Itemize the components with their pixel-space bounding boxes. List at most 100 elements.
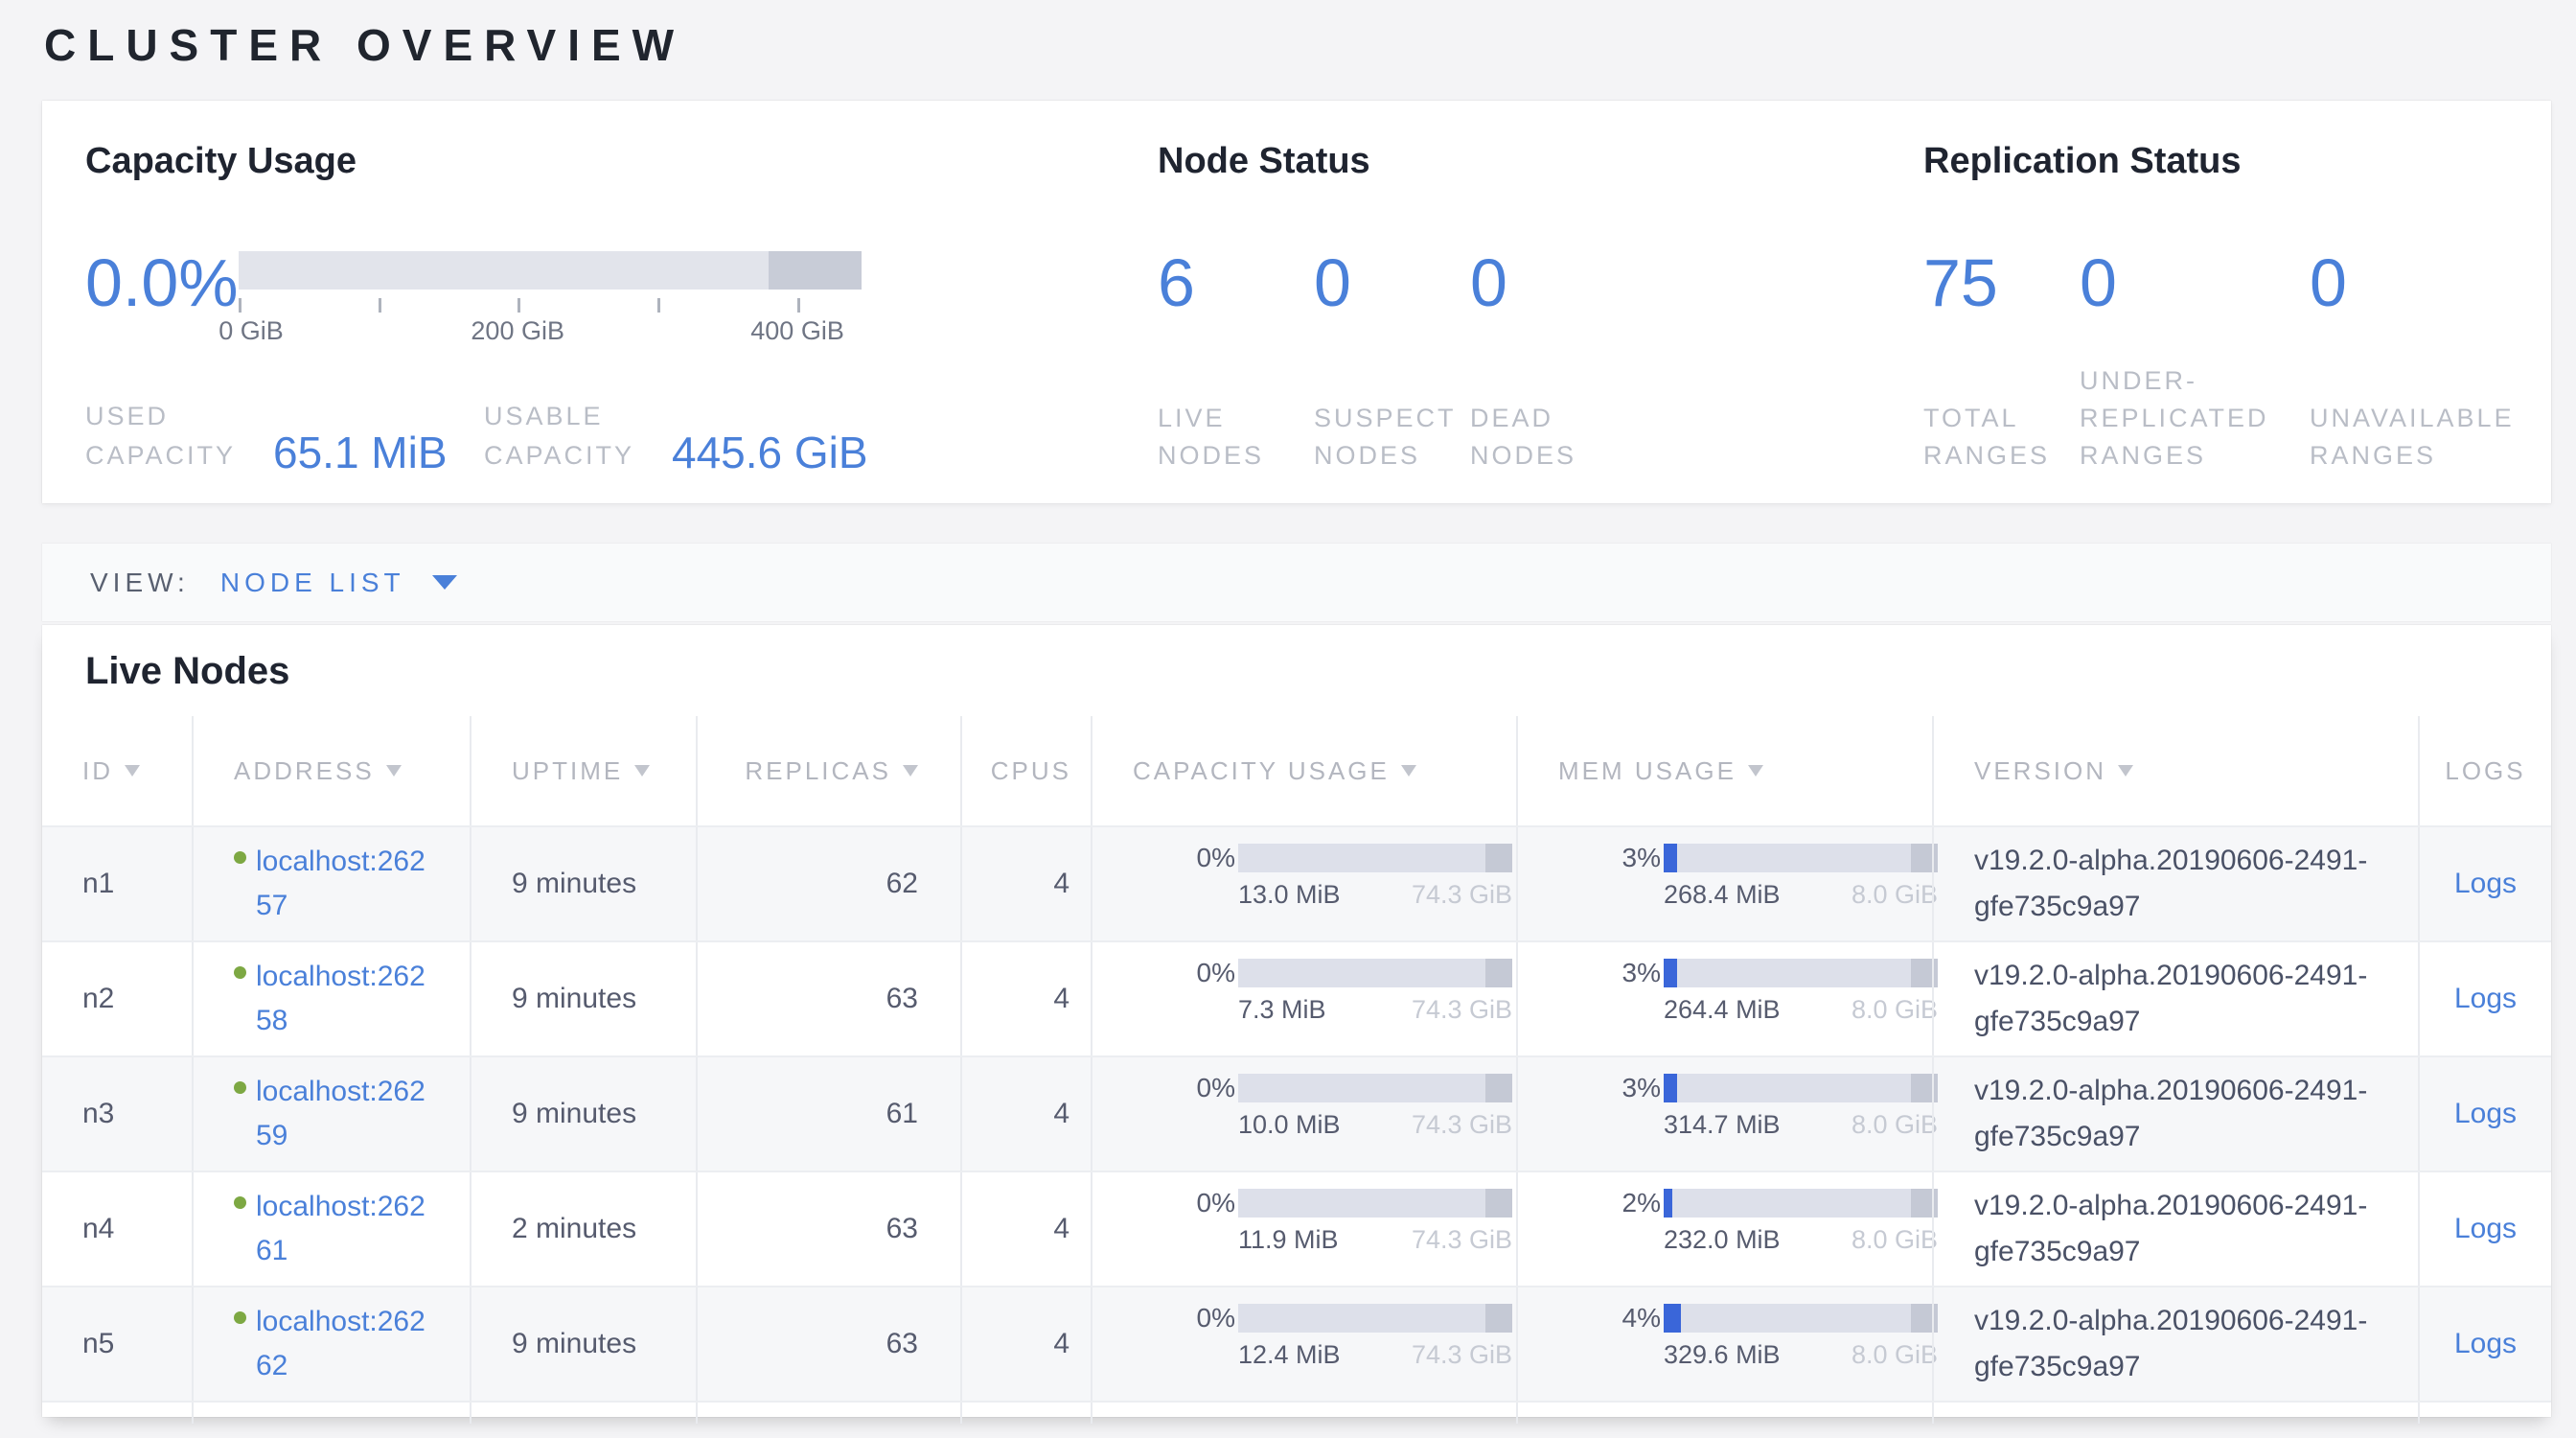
node-address-cell: localhost:26261 <box>192 1172 470 1286</box>
sort-desc-icon[interactable] <box>386 765 402 777</box>
under-replicated-ranges-label: UNDER-REPLICATED RANGES <box>2080 362 2300 475</box>
node-address-cell: localhost:26259 <box>192 1057 470 1171</box>
node-capacity-usage: 0% 10.0 MiB74.3 GiB <box>1091 1057 1516 1171</box>
suspect-nodes-value: 0 <box>1314 249 1470 316</box>
node-address-link[interactable]: localhost:26262 <box>256 1300 440 1389</box>
live-nodes-value: 6 <box>1158 249 1314 316</box>
page-title: CLUSTER OVERVIEW <box>44 19 2576 71</box>
node-live-status-icon <box>234 1311 246 1324</box>
usable-capacity-label: USABLE CAPACITY <box>484 397 656 475</box>
column-header-id[interactable]: ID <box>42 716 192 825</box>
column-header-uptime[interactable]: UPTIME <box>470 716 696 825</box>
logs-link[interactable]: Logs <box>2454 1098 2517 1130</box>
capacity-usage-section: Capacity Usage 0.0% 0 GiB 200 GiB 400 Gi… <box>85 101 1116 503</box>
usable-capacity-value: 445.6 GiB <box>672 427 868 478</box>
mem-used: 264.4 MiB <box>1664 995 1781 1025</box>
replication-status-heading: Replication Status <box>1923 141 2537 182</box>
capacity-total: 74.3 GiB <box>1412 880 1512 910</box>
capacity-used: 7.3 MiB <box>1238 995 1326 1025</box>
live-nodes-card: Live Nodes ID ADDRESS UPTIME REPLICAS CP… <box>42 625 2551 1417</box>
node-version: v19.2.0-alpha.20190606-2491-gfe735c9a97 <box>1932 1287 2418 1401</box>
view-dropdown-selected[interactable]: NODE LIST <box>220 568 405 598</box>
capacity-bar <box>1238 844 1512 872</box>
column-header-logs: LOGS <box>2418 716 2551 825</box>
node-capacity-usage: 0% 12.4 MiB74.3 GiB <box>1091 1287 1516 1401</box>
node-version: v19.2.0-alpha.20190606-2491-gfe735c9a97 <box>1932 942 2418 1055</box>
node-address-link[interactable]: localhost:26257 <box>256 840 440 929</box>
table-row: n3 localhost:26259 9 minutes 61 4 0% 10.… <box>42 1055 2551 1171</box>
axis-label-400gib: 400 GiB <box>750 316 844 346</box>
node-cpus: 4 <box>960 1287 1091 1401</box>
node-logs-cell: Logs <box>2418 942 2551 1055</box>
column-header-replicas[interactable]: REPLICAS <box>696 716 960 825</box>
capacity-percent: 0% <box>1133 958 1238 988</box>
capacity-total: 74.3 GiB <box>1412 995 1512 1025</box>
unavailable-ranges-stat: 0 UNAVAILABLE RANGES <box>2310 249 2559 475</box>
capacity-gauge-end-segment <box>769 251 862 290</box>
sort-desc-icon[interactable] <box>1748 765 1763 777</box>
node-uptime: 2 minutes <box>470 1172 696 1286</box>
view-dropdown[interactable]: NODE LIST <box>220 568 457 598</box>
capacity-percent: 0% <box>1133 1303 1238 1334</box>
chevron-down-icon[interactable] <box>432 575 457 590</box>
node-cpus: 4 <box>960 1172 1091 1286</box>
node-mem-usage: 3% 264.4 MiB8.0 GiB <box>1516 942 1932 1055</box>
column-header-capacity-usage[interactable]: CAPACITY USAGE <box>1091 716 1516 825</box>
mem-percent: 3% <box>1558 843 1664 873</box>
logs-link[interactable]: Logs <box>2454 983 2517 1015</box>
dead-nodes-label: DEAD NODES <box>1470 400 1614 475</box>
logs-link[interactable]: Logs <box>2454 868 2517 900</box>
capacity-total: 74.3 GiB <box>1412 1225 1512 1255</box>
mem-total: 8.0 GiB <box>1852 1225 1938 1255</box>
mem-used: 329.6 MiB <box>1664 1340 1781 1370</box>
suspect-nodes-label: SUSPECT NODES <box>1314 400 1458 475</box>
total-ranges-stat: 75 TOTAL RANGES <box>1923 249 2080 475</box>
axis-label-0gib: 0 GiB <box>218 316 284 346</box>
node-replicas: 61 <box>696 1057 960 1171</box>
capacity-total: 74.3 GiB <box>1412 1340 1512 1370</box>
node-id: n3 <box>42 1057 192 1171</box>
capacity-bar <box>1238 1074 1512 1102</box>
sort-desc-icon[interactable] <box>634 765 650 777</box>
node-mem-usage: 4% 329.6 MiB8.0 GiB <box>1516 1287 1932 1401</box>
node-id: n4 <box>42 1172 192 1286</box>
node-uptime: 9 minutes <box>470 942 696 1055</box>
mem-used: 314.7 MiB <box>1664 1110 1781 1140</box>
node-address-link[interactable]: localhost:26261 <box>256 1185 440 1274</box>
used-capacity-value: 65.1 MiB <box>273 427 448 478</box>
node-address-link[interactable]: localhost:26258 <box>256 955 440 1044</box>
node-replicas: 62 <box>696 827 960 940</box>
node-address-link[interactable]: localhost:26259 <box>256 1070 440 1159</box>
node-version: v19.2.0-alpha.20190606-2491-gfe735c9a97 <box>1932 1172 2418 1286</box>
sort-desc-icon[interactable] <box>125 765 140 777</box>
axis-label-200gib: 200 GiB <box>471 316 564 346</box>
used-capacity-label: USED CAPACITY <box>85 397 258 475</box>
node-status-heading: Node Status <box>1158 141 1896 182</box>
node-live-status-icon <box>234 966 246 979</box>
logs-link[interactable]: Logs <box>2454 1213 2517 1245</box>
node-capacity-usage: 0% 13.0 MiB74.3 GiB <box>1091 827 1516 940</box>
column-header-address[interactable]: ADDRESS <box>192 716 470 825</box>
capacity-used: 11.9 MiB <box>1238 1225 1339 1255</box>
table-row: n5 localhost:26262 9 minutes 63 4 0% 12.… <box>42 1286 2551 1401</box>
column-header-mem-usage[interactable]: MEM USAGE <box>1516 716 1932 825</box>
suspect-nodes-stat: 0 SUSPECT NODES <box>1314 249 1470 475</box>
column-header-version[interactable]: VERSION <box>1932 716 2418 825</box>
capacity-used: 10.0 MiB <box>1238 1110 1341 1140</box>
logs-link[interactable]: Logs <box>2454 1328 2517 1360</box>
column-header-cpus: CPUS <box>960 716 1091 825</box>
mem-percent: 4% <box>1558 1303 1664 1334</box>
mem-total: 8.0 GiB <box>1852 880 1938 910</box>
node-live-status-icon <box>234 851 246 864</box>
capacity-bar <box>1238 1189 1512 1218</box>
sort-desc-icon[interactable] <box>1401 765 1416 777</box>
node-id: n1 <box>42 827 192 940</box>
sort-desc-icon[interactable] <box>2118 765 2133 777</box>
live-nodes-heading: Live Nodes <box>42 625 2551 693</box>
sort-desc-icon[interactable] <box>903 765 918 777</box>
node-replicas: 63 <box>696 1172 960 1286</box>
mem-bar <box>1664 1074 1938 1102</box>
table-row: n2 localhost:26258 9 minutes 63 4 0% 7.3… <box>42 940 2551 1055</box>
mem-percent: 3% <box>1558 958 1664 988</box>
capacity-used: 13.0 MiB <box>1238 880 1341 910</box>
